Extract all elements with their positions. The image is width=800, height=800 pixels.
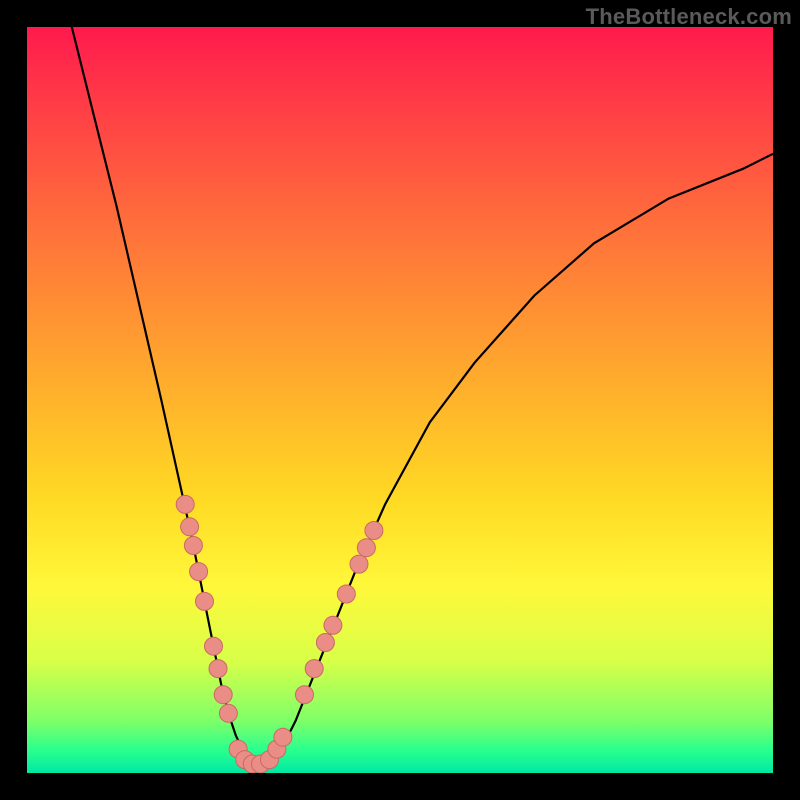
data-marker bbox=[252, 755, 270, 773]
data-marker bbox=[181, 518, 199, 536]
data-marker bbox=[236, 751, 254, 769]
chart-frame: TheBottleneck.com bbox=[0, 0, 800, 800]
data-marker bbox=[337, 585, 355, 603]
chart-svg bbox=[27, 27, 773, 773]
data-marker bbox=[196, 592, 214, 610]
data-marker bbox=[184, 537, 202, 555]
data-marker bbox=[296, 686, 314, 704]
data-marker bbox=[176, 495, 194, 513]
data-marker bbox=[350, 555, 368, 573]
data-marker bbox=[357, 539, 375, 557]
data-marker bbox=[219, 704, 237, 722]
data-marker bbox=[205, 637, 223, 655]
data-marker bbox=[229, 740, 247, 758]
data-marker bbox=[305, 660, 323, 678]
marker-group bbox=[176, 495, 383, 773]
data-marker bbox=[324, 616, 342, 634]
data-marker bbox=[261, 751, 279, 769]
data-marker bbox=[268, 740, 286, 758]
bottleneck-curve bbox=[72, 27, 773, 766]
chart-plot-area bbox=[27, 27, 773, 773]
data-marker bbox=[214, 686, 232, 704]
watermark-text: TheBottleneck.com bbox=[586, 4, 792, 30]
data-marker bbox=[209, 660, 227, 678]
data-marker bbox=[190, 563, 208, 581]
data-marker bbox=[365, 522, 383, 540]
data-marker bbox=[243, 755, 261, 773]
data-marker bbox=[274, 728, 292, 746]
data-marker bbox=[316, 634, 334, 652]
